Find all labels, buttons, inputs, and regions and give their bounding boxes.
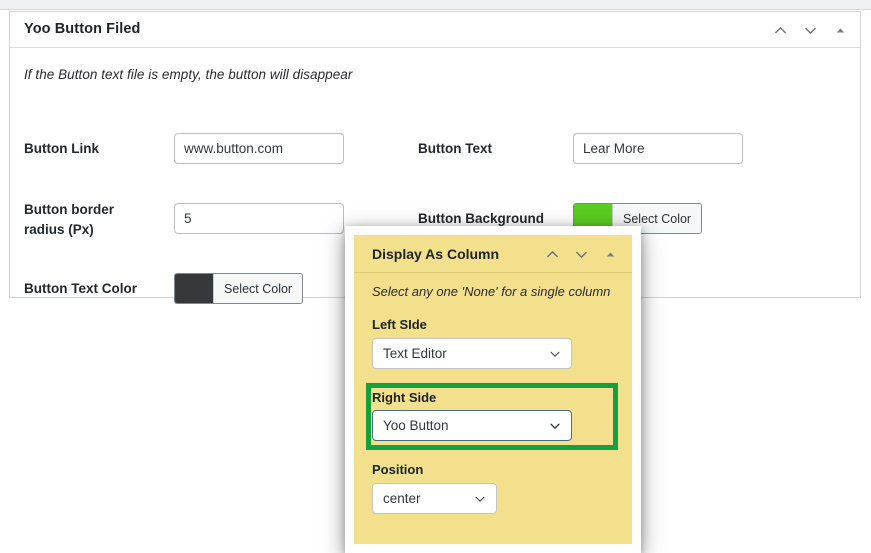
panel-title: Display As Column [372, 246, 500, 262]
button-text-color-picker[interactable]: Select Color [174, 273, 304, 304]
panel-header: Display As Column [354, 235, 632, 273]
field-row-button-text-color: Button Text Color Select Color [24, 273, 364, 304]
metabox-header: Yoo Button Filed [10, 12, 860, 48]
display-as-column-panel: Display As Column Select any one 'None' … [354, 235, 632, 544]
button-border-radius-label: Button border radius (Px) [24, 193, 174, 239]
panel-header-controls [544, 235, 618, 273]
right-side-label: Right Side [372, 390, 437, 405]
chevron-up-icon[interactable] [544, 246, 560, 262]
chevron-down-icon[interactable] [802, 22, 818, 38]
metabox-header-controls [772, 12, 848, 48]
field-row-button-link: Button Link [24, 133, 354, 164]
position-label: Position [372, 462, 424, 477]
chevron-down-icon[interactable] [573, 246, 589, 262]
chevron-down-icon [473, 492, 487, 506]
left-side-select-value: Text Editor [383, 346, 447, 361]
button-text-color-label: Button Text Color [24, 280, 137, 296]
left-side-label: Left SIde [372, 317, 427, 332]
button-text-label: Button Text [418, 140, 492, 156]
field-row-button-text: Button Text [418, 133, 758, 164]
left-side-select[interactable]: Text Editor [372, 338, 572, 369]
chevron-up-icon[interactable] [772, 22, 788, 38]
position-select-value: center [383, 491, 421, 506]
toggle-panel-icon[interactable] [602, 246, 618, 262]
button-border-radius-label-line1: Button border [24, 202, 114, 217]
button-link-label: Button Link [24, 140, 99, 156]
field-row-button-border-radius: Button border radius (Px) [24, 193, 354, 239]
page-title: Yoo Button Filed [24, 21, 141, 37]
chevron-down-icon [548, 347, 562, 361]
page-top-strip [0, 0, 871, 10]
button-text-color-select-color-label: Select Color [213, 274, 303, 303]
button-text-color-swatch [175, 274, 213, 303]
position-select[interactable]: center [372, 483, 497, 514]
button-link-input[interactable] [174, 133, 344, 164]
button-text-input[interactable] [573, 133, 743, 164]
display-as-column-panel-container: Display As Column Select any one 'None' … [345, 226, 641, 553]
metabox-hint-text: If the Button text file is empty, the bu… [24, 67, 353, 82]
panel-hint-text: Select any one 'None' for a single colum… [372, 284, 611, 299]
chevron-down-icon [548, 419, 562, 433]
right-side-select[interactable]: Yoo Button [372, 410, 572, 441]
right-side-select-value: Yoo Button [383, 418, 449, 433]
button-border-radius-label-line2: radius (Px) [24, 221, 94, 237]
button-border-radius-input[interactable] [174, 203, 344, 234]
toggle-panel-icon[interactable] [832, 22, 848, 38]
